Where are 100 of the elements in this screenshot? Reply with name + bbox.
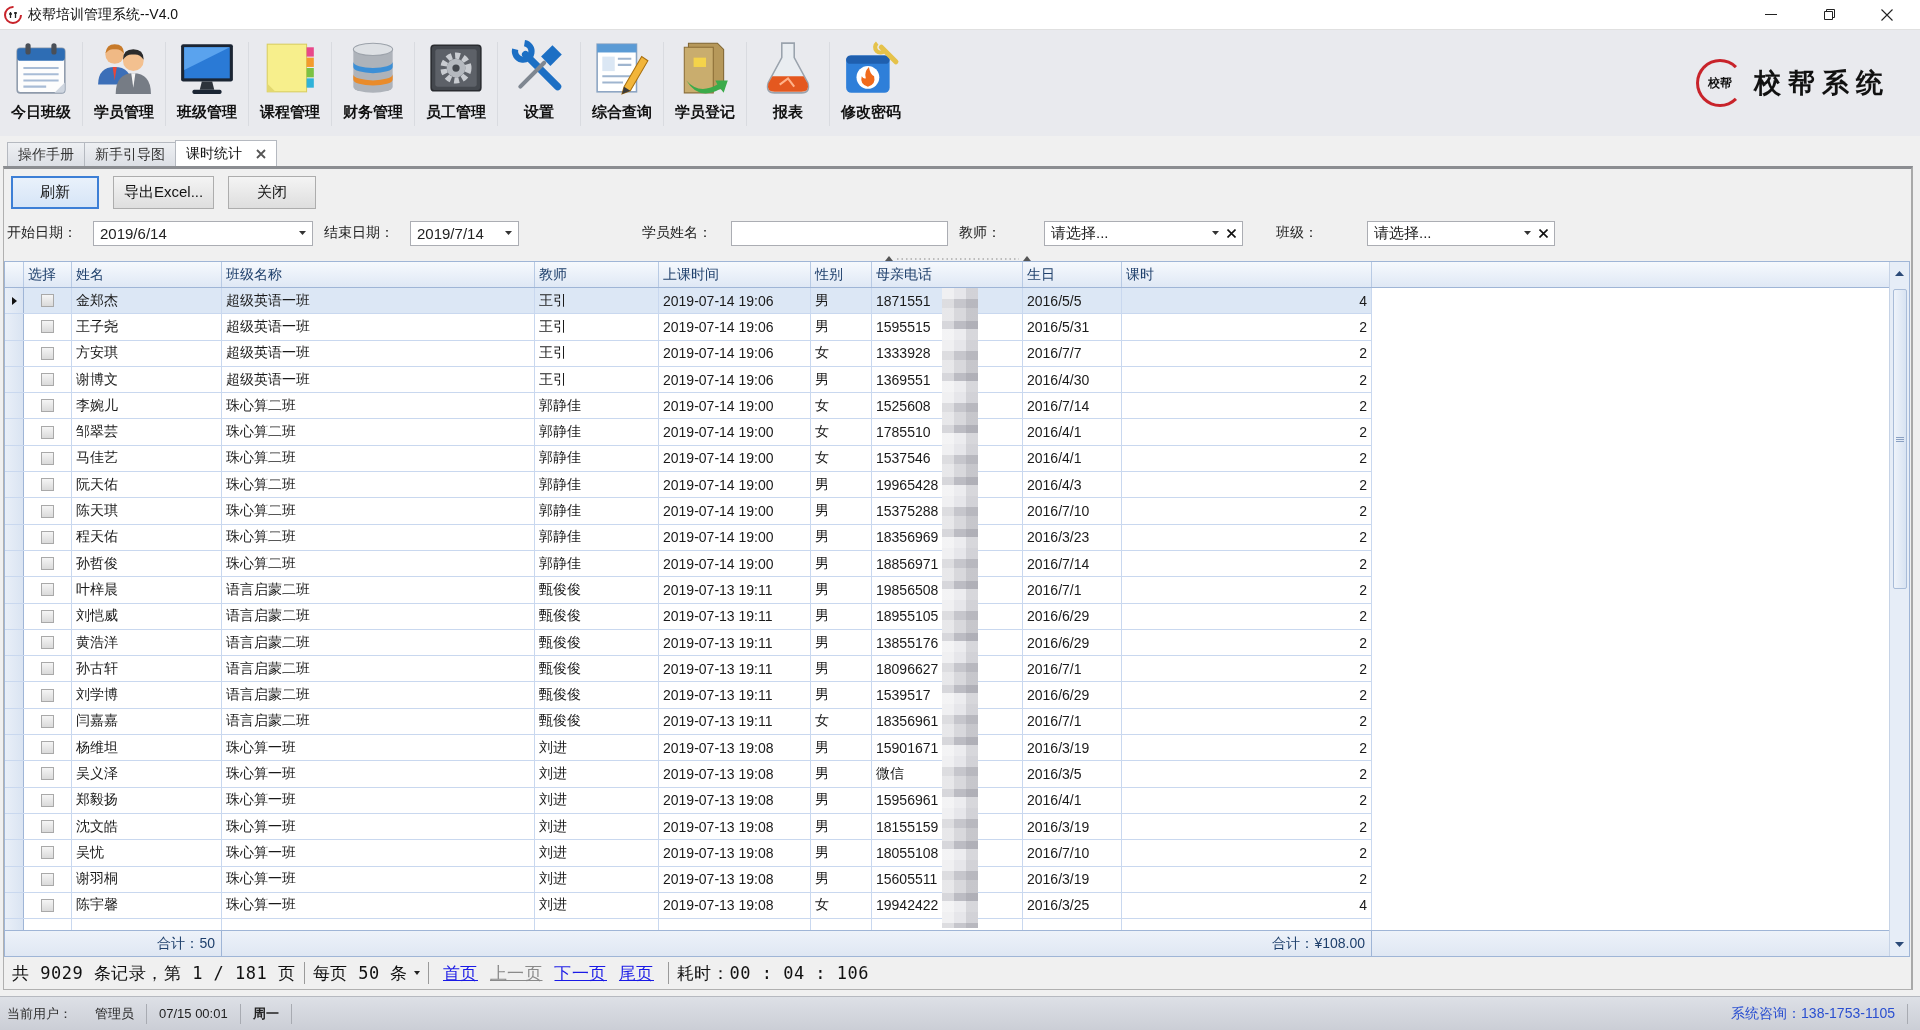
checkbox[interactable] — [41, 373, 54, 387]
checkbox[interactable] — [41, 346, 54, 360]
checkbox[interactable] — [41, 767, 54, 781]
toolbar-button[interactable]: 财务管理 — [332, 30, 414, 136]
table-cell: 男 — [811, 840, 872, 866]
date-field[interactable]: 2019/6/14 — [93, 220, 313, 246]
checkbox[interactable] — [41, 741, 54, 755]
checkbox[interactable] — [41, 609, 54, 623]
checkbox[interactable] — [41, 425, 54, 439]
column-header[interactable]: 选择 — [24, 262, 72, 287]
table-row[interactable]: 吴义泽 珠心算一班 刘进 2019-07-13 19:08 男 微信 2016/3/5 2 — [5, 761, 1372, 788]
table-row[interactable]: 陈宇馨 珠心算一班 刘进 2019-07-13 19:08 女 19942422 2016/3/25 4 — [5, 892, 1372, 920]
checkbox[interactable] — [41, 662, 54, 676]
table-row[interactable]: 王子尧 超级英语一班 王引 2019-07-14 19:06 男 1595515 2016/5/31 2 — [5, 314, 1372, 341]
table-row[interactable]: 刘恺威 语言启蒙二班 甄俊俊 2019-07-13 19:11 男 18955105 2016/6/29 2 — [5, 603, 1372, 630]
tab[interactable]: 课时统计 — [175, 140, 277, 166]
table-row[interactable]: 叶梓晨 语言启蒙二班 甄俊俊 2019-07-13 19:11 男 19856508 2016/7/1 2 — [5, 577, 1372, 604]
clear-icon[interactable] — [1227, 228, 1236, 238]
toolbar-button[interactable]: 综合查询 — [581, 30, 663, 136]
checkbox[interactable] — [41, 820, 54, 834]
table-cell: 2019-07-14 19:00 — [659, 472, 811, 498]
toolbar-button[interactable]: 班级管理 — [166, 30, 248, 136]
column-header[interactable]: 生日 — [1023, 262, 1122, 287]
table-row[interactable]: 沈文皓 珠心算一班 刘进 2019-07-13 19:08 男 18155159 2016/3/19 2 — [5, 813, 1372, 841]
table-row[interactable]: 金郑杰 超级英语一班 王引 2019-07-14 19:06 男 1871551 2016/5/5 4 — [5, 288, 1372, 315]
close-icon[interactable] — [256, 148, 266, 159]
row-header[interactable] — [5, 288, 24, 314]
table-row[interactable]: 阮天佑 珠心算二班 郭静佳 2019-07-14 19:00 男 19965428 2016/4/3 2 — [5, 472, 1372, 499]
toolbar-button[interactable]: 设置 — [498, 30, 580, 136]
column-header[interactable]: 班级名称 — [222, 262, 535, 287]
checkbox[interactable] — [41, 872, 54, 886]
action-button[interactable]: 关闭 — [228, 175, 317, 209]
table-row[interactable]: 闫嘉嘉 语言启蒙二班 甄俊俊 2019-07-13 19:11 女 18356961 2016/7/1 2 — [5, 708, 1372, 736]
toolbar-button[interactable]: 课程管理 — [249, 30, 331, 136]
scroll-down-icon[interactable] — [1895, 942, 1904, 947]
table-cell: 2016/6/29 — [1023, 629, 1122, 656]
table-cell: 珠心算一班 — [222, 866, 535, 892]
table-row[interactable]: 邹翠芸 珠心算二班 郭静佳 2019-07-14 19:00 女 1785510 2016/4/1 2 — [5, 419, 1372, 446]
dropdown-field[interactable]: 请选择... — [1367, 220, 1555, 246]
scroll-up-icon[interactable] — [1895, 271, 1904, 276]
page-link[interactable]: 首页 — [443, 961, 478, 985]
page-link[interactable]: 下一页 — [554, 961, 607, 985]
table-row[interactable]: 方安琪 超级英语一班 王引 2019-07-14 19:06 女 1333928 2016/7/7 2 — [5, 340, 1372, 367]
table-cell: 2 — [1122, 314, 1372, 340]
checkbox[interactable] — [41, 846, 54, 860]
table-row[interactable]: 黄浩洋 语言启蒙二班 甄俊俊 2019-07-13 19:11 男 13855176 2016/6/29 2 — [5, 629, 1372, 657]
scrollbar-thumb[interactable] — [1892, 289, 1907, 589]
toolbar-button[interactable]: 员工管理 — [415, 30, 497, 136]
table-row[interactable]: 陈天琪 珠心算二班 郭静佳 2019-07-14 19:00 男 15375288 2016/7/10 2 — [5, 498, 1372, 525]
table-row[interactable]: 孙古轩 语言启蒙二班 甄俊俊 2019-07-13 19:11 男 18096627 2016/7/1 2 — [5, 656, 1372, 683]
table-row[interactable]: 谢羽桐 珠心算一班 刘进 2019-07-13 19:08 男 15605511 2016/3/19 2 — [5, 866, 1372, 893]
toolbar-button[interactable]: 学员管理 — [83, 30, 165, 136]
column-header[interactable]: 教师 — [535, 262, 659, 287]
page-link[interactable]: 尾页 — [619, 961, 654, 985]
table-row[interactable]: 程天佑 珠心算二班 郭静佳 2019-07-14 19:00 男 18356969 2016/3/23 2 — [5, 524, 1372, 551]
table-row[interactable]: 刘学博 语言启蒙二班 甄俊俊 2019-07-13 19:11 男 1539517 2016/6/29 2 — [5, 682, 1372, 709]
checkbox[interactable] — [41, 636, 54, 649]
action-button[interactable]: 刷新 — [11, 175, 99, 209]
table-row[interactable]: 李婉儿 珠心算二班 郭静佳 2019-07-14 19:00 女 1525608 2016/7/14 2 — [5, 393, 1372, 420]
table-row[interactable]: 杨维坦 珠心算一班 刘进 2019-07-13 19:08 男 15901671 2016/3/19 2 — [5, 735, 1372, 762]
table-row[interactable]: 吴忧 珠心算一班 刘进 2019-07-13 19:08 男 18055108 2016/7/10 2 — [5, 840, 1372, 867]
column-header[interactable]: 上课时间 — [659, 262, 811, 287]
checkbox[interactable] — [41, 793, 54, 807]
vertical-scrollbar[interactable] — [1889, 262, 1909, 956]
checkbox[interactable] — [41, 451, 54, 465]
checkbox[interactable] — [41, 320, 54, 334]
table-row[interactable]: 郑毅扬 珠心算一班 刘进 2019-07-13 19:08 男 15956961 2016/4/1 2 — [5, 787, 1372, 814]
checkbox[interactable] — [41, 688, 54, 702]
toolbar-button[interactable]: 学员登记 — [664, 30, 746, 136]
checkbox[interactable] — [41, 478, 54, 492]
tab[interactable]: 新手引导图 — [84, 142, 176, 166]
checkbox[interactable] — [41, 530, 54, 544]
checkbox[interactable] — [41, 504, 54, 518]
splitter-grip-icon[interactable] — [884, 255, 1031, 261]
table-cell: 2019-07-13 19:11 — [659, 682, 811, 708]
clear-icon[interactable] — [1539, 228, 1548, 238]
page-size-dropdown[interactable]: 每页 50 条 — [312, 961, 420, 985]
checkbox[interactable] — [41, 557, 54, 571]
table-cell: 语言启蒙二班 — [222, 682, 535, 708]
checkbox[interactable] — [41, 583, 54, 597]
checkbox[interactable] — [41, 714, 54, 728]
dropdown-field[interactable]: 请选择... — [1044, 220, 1243, 246]
checkbox[interactable] — [41, 898, 54, 912]
action-button[interactable]: 导出Excel... — [113, 175, 215, 209]
tab[interactable]: 操作手册 — [7, 142, 85, 166]
toolbar-button[interactable]: 报表 — [747, 30, 829, 136]
table-row[interactable]: 谢博文 超级英语一班 王引 2019-07-14 19:06 男 1369551 2016/4/30 2 — [5, 366, 1372, 394]
toolbar-button[interactable]: 今日班级 — [0, 30, 82, 136]
column-header[interactable]: 性别 — [811, 262, 872, 287]
checkbox[interactable] — [41, 399, 54, 413]
table-row[interactable]: 马佳艺 珠心算二班 郭静佳 2019-07-14 19:00 女 1537546 2016/4/1 2 — [5, 445, 1372, 473]
column-header[interactable]: 姓名 — [72, 262, 222, 287]
checkbox[interactable] — [41, 294, 54, 308]
toolbar-button[interactable]: 修改密码 — [830, 30, 912, 136]
date-field[interactable]: 2019/7/14 — [410, 220, 519, 246]
text-field[interactable] — [731, 220, 948, 246]
table-row[interactable]: 孙哲俊 珠心算二班 郭静佳 2019-07-14 19:00 男 18856971 2016/7/14 2 — [5, 550, 1372, 578]
column-header[interactable]: 课时 — [1122, 262, 1372, 287]
column-header[interactable]: 母亲电话 — [872, 262, 1023, 287]
table-cell: 男 — [811, 866, 872, 892]
